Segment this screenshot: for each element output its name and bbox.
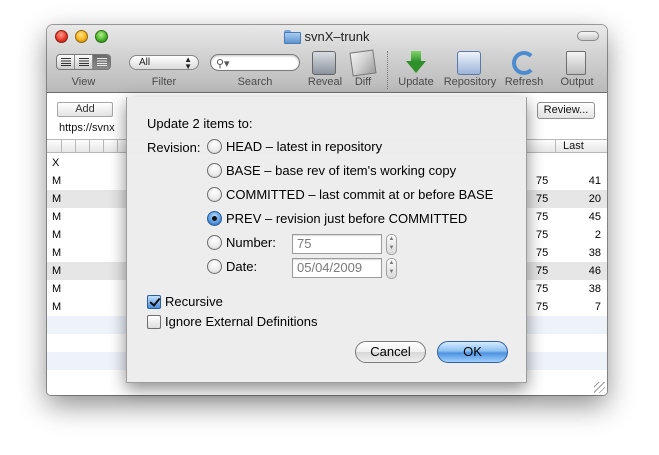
search-icon: ⚲▾ xyxy=(216,58,230,70)
output-label[interactable]: Output xyxy=(557,76,597,88)
column-divider xyxy=(555,140,556,153)
radio-button[interactable] xyxy=(207,235,222,250)
add-button[interactable]: Add xyxy=(57,102,113,117)
last-cell: 7 xyxy=(594,301,601,313)
cancel-button[interactable]: Cancel xyxy=(355,341,426,363)
update-icon[interactable] xyxy=(404,51,428,75)
resize-grip-icon[interactable] xyxy=(594,382,605,393)
update-label[interactable]: Update xyxy=(395,76,437,88)
column-divider xyxy=(117,140,118,153)
status-cell: M xyxy=(52,211,62,223)
diff-icon[interactable] xyxy=(349,49,377,77)
status-cell: M xyxy=(52,193,62,205)
revision-cell: 75 xyxy=(536,175,549,187)
last-cell: 41 xyxy=(588,175,601,187)
revision-cell: 75 xyxy=(536,247,549,259)
output-icon[interactable] xyxy=(566,51,586,75)
repository-url: https://svnx xyxy=(59,122,115,134)
radio-button[interactable] xyxy=(207,187,222,202)
view-detail-icon[interactable] xyxy=(75,55,93,69)
revision-number-stepper[interactable]: ▲ ▼ xyxy=(386,234,397,255)
radio-number[interactable]: Number: xyxy=(207,235,276,250)
radio-head-label[interactable]: HEAD – latest in repository xyxy=(226,139,382,154)
titlebar: svnX–trunk View All ▲ ▼ Filter ⚲▾ Search … xyxy=(47,25,607,93)
filter-select[interactable]: All ▲ ▼ xyxy=(129,55,199,71)
status-cell: M xyxy=(52,175,62,187)
revision-date-stepper[interactable]: ▲ ▼ xyxy=(386,258,397,279)
window-title: svnX–trunk xyxy=(47,29,607,44)
reveal-icon[interactable] xyxy=(312,51,336,75)
radio-base[interactable]: BASE – base rev of item's working copy xyxy=(207,163,456,178)
status-cell: M xyxy=(52,229,62,241)
revision-label: Revision: xyxy=(147,140,201,155)
last-cell: 38 xyxy=(588,283,601,295)
revision-cell: 75 xyxy=(536,211,549,223)
view-mode-segmented-control[interactable] xyxy=(56,54,111,70)
window-title-text: svnX–trunk xyxy=(304,29,370,44)
status-cell: M xyxy=(52,265,62,277)
last-cell: 38 xyxy=(588,247,601,259)
status-cell: X xyxy=(52,157,60,169)
radio-button[interactable] xyxy=(207,139,222,154)
refresh-label[interactable]: Refresh xyxy=(502,76,546,88)
revision-cell: 75 xyxy=(536,283,549,295)
status-cell: M xyxy=(52,283,62,295)
ignore-external-option[interactable]: Ignore External Definitions xyxy=(147,314,317,329)
last-cell: 46 xyxy=(588,265,601,277)
radio-number-label[interactable]: Number: xyxy=(226,235,276,250)
select-arrows-icon: ▲ ▼ xyxy=(184,55,192,71)
radio-committed[interactable]: COMMITTED – last commit at or before BAS… xyxy=(207,187,493,202)
radio-date-label[interactable]: Date: xyxy=(226,259,257,274)
radio-button[interactable] xyxy=(207,259,222,274)
radio-prev-label[interactable]: PREV – revision just before COMMITTED xyxy=(226,211,467,226)
dialog-title: Update 2 items to: xyxy=(147,116,253,131)
filter-label: Filter xyxy=(151,76,177,88)
reveal-label[interactable]: Reveal xyxy=(305,76,345,88)
radio-button[interactable] xyxy=(207,163,222,178)
refresh-icon[interactable] xyxy=(512,51,536,75)
folder-icon xyxy=(284,30,302,44)
status-cell: M xyxy=(52,247,62,259)
ignore-external-checkbox[interactable] xyxy=(147,314,161,329)
column-header-last[interactable]: Last xyxy=(563,140,584,153)
column-divider xyxy=(61,140,62,153)
search-input[interactable]: ⚲▾ xyxy=(210,54,300,71)
column-divider xyxy=(89,140,90,153)
column-divider xyxy=(103,140,104,153)
last-cell: 2 xyxy=(594,229,601,241)
toolbar-separator xyxy=(387,51,388,89)
last-cell: 45 xyxy=(588,211,601,223)
revision-cell: 75 xyxy=(536,301,549,313)
revision-date-field[interactable]: 05/04/2009 xyxy=(292,258,382,278)
diff-label[interactable]: Diff xyxy=(347,76,379,88)
recursive-label[interactable]: Recursive xyxy=(165,294,223,309)
recursive-option[interactable]: Recursive xyxy=(147,294,223,309)
revision-cell: 75 xyxy=(536,265,549,277)
filter-value: All xyxy=(139,57,151,68)
view-list-icon[interactable] xyxy=(57,55,75,69)
radio-head[interactable]: HEAD – latest in repository xyxy=(207,139,382,154)
view-tree-icon[interactable] xyxy=(93,55,110,69)
radio-committed-label[interactable]: COMMITTED – last commit at or before BAS… xyxy=(226,187,493,202)
status-cell: M xyxy=(52,301,62,313)
review-button[interactable]: Review... xyxy=(537,102,595,119)
radio-prev[interactable]: PREV – revision just before COMMITTED xyxy=(207,211,467,226)
repository-label[interactable]: Repository xyxy=(442,76,498,88)
ok-button[interactable]: OK xyxy=(437,341,508,363)
recursive-checkbox[interactable] xyxy=(147,294,161,309)
radio-date[interactable]: Date: xyxy=(207,259,257,274)
ignore-external-label[interactable]: Ignore External Definitions xyxy=(165,314,317,329)
last-cell: 20 xyxy=(588,193,601,205)
update-dialog: Update 2 items to: Revision: HEAD – late… xyxy=(126,97,527,383)
revision-cell: 75 xyxy=(536,193,549,205)
repository-icon[interactable] xyxy=(457,51,481,75)
column-divider xyxy=(75,140,76,153)
revision-number-field[interactable]: 75 xyxy=(292,234,382,254)
search-label: Search xyxy=(237,76,273,88)
radio-base-label[interactable]: BASE – base rev of item's working copy xyxy=(226,163,456,178)
revision-cell: 75 xyxy=(536,229,549,241)
radio-button-selected[interactable] xyxy=(207,211,222,226)
view-label: View xyxy=(71,76,96,88)
